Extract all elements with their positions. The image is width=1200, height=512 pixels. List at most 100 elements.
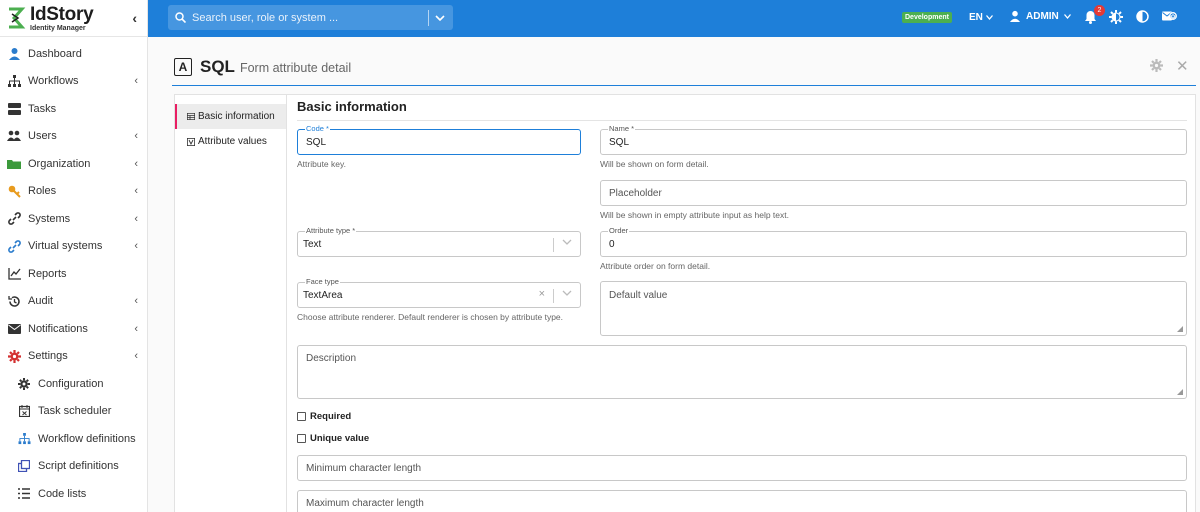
min-length-placeholder: Minimum character length [306, 463, 422, 474]
chevron-down-icon [985, 15, 993, 20]
user-menu[interactable]: ADMIN [1009, 10, 1071, 22]
max-length-field[interactable]: Maximum character length [297, 490, 1187, 512]
chevron-down-icon [435, 14, 445, 21]
max-length-placeholder: Maximum character length [306, 498, 424, 509]
close-button[interactable]: ✕ [1176, 57, 1189, 75]
code-field[interactable]: Code * SQL [297, 124, 581, 155]
sidebar-subitem-configuration[interactable]: Configuration [0, 370, 147, 398]
sidebar-item-reports[interactable]: Reports [0, 260, 147, 288]
sidebar-item-label: Tasks [28, 102, 57, 115]
sidebar-item-label: Organization [28, 157, 91, 170]
order-field[interactable]: Order 0 [600, 226, 1187, 257]
server-icon [7, 102, 21, 116]
value-box-icon [186, 137, 195, 146]
sidebar-item-organization[interactable]: Organization ‹ [0, 150, 147, 178]
attribute-type-select[interactable]: Attribute type * Text [297, 226, 581, 257]
search-input[interactable]: Search user, role or system ... [192, 12, 428, 24]
sidebar-subitem-workflow-definitions[interactable]: Workflow definitions [0, 425, 147, 453]
tab-basic-information[interactable]: Basic information [175, 104, 286, 129]
search-dropdown-toggle[interactable] [435, 14, 445, 21]
default-value-placeholder: Default value [609, 290, 668, 301]
face-type-value: TextArea [303, 290, 343, 301]
brand[interactable]: IdStory Identity Manager ‹ [0, 0, 147, 37]
cog-icon [17, 377, 31, 391]
tab-attribute-values[interactable]: Attribute values [175, 129, 286, 154]
sidebar-item-label: Notifications [28, 322, 88, 335]
sidebar-item-label: Code lists [38, 487, 87, 500]
folder-icon [7, 157, 21, 171]
sidebar-item-notifications[interactable]: Notifications ‹ [0, 315, 147, 343]
search-separator [428, 9, 429, 26]
sidebar-item-dashboard[interactable]: Dashboard [0, 40, 147, 68]
detail-tabs: Basic information Attribute values [175, 95, 287, 512]
face-type-select[interactable]: Face type TextArea × [297, 277, 581, 308]
sidebar-item-workflows[interactable]: Workflows ‹ [0, 68, 147, 96]
list-icon [17, 487, 31, 501]
checkbox-box[interactable] [297, 434, 306, 443]
user-icon [7, 47, 21, 61]
tab-label: Attribute values [198, 136, 267, 147]
chevron-left-icon: ‹ [134, 75, 138, 88]
unique-value-checkbox[interactable]: Unique value [297, 433, 369, 444]
checkbox-box[interactable] [297, 412, 306, 421]
face-type-help: Choose attribute renderer. Default rende… [297, 312, 564, 322]
sidebar-item-virtual-systems[interactable]: Virtual systems ‹ [0, 233, 147, 261]
placeholder-field[interactable]: Placeholder [600, 180, 1187, 206]
form-section-title: Basic information [297, 99, 407, 114]
theme-settings-button[interactable] [1109, 10, 1123, 27]
description-textarea[interactable]: Description [297, 345, 1187, 399]
idstory-logo-icon [9, 7, 26, 29]
chevron-left-icon: ‹ [134, 212, 138, 225]
calendar-icon [17, 404, 31, 418]
attribute-type-value: Text [303, 239, 322, 250]
description-placeholder: Description [306, 353, 357, 364]
name-label: Name * [608, 124, 636, 133]
chevron-down-icon: ‹ [134, 350, 138, 363]
name-field[interactable]: Name * SQL [600, 124, 1187, 155]
resize-handle-icon[interactable] [1177, 389, 1183, 395]
logout-button[interactable] [1162, 10, 1177, 25]
main-content: A SQL Form attribute detail ✕ Basic info… [148, 37, 1200, 512]
sidebar-item-users[interactable]: Users ‹ [0, 123, 147, 151]
chevron-left-icon: ‹ [134, 185, 138, 198]
chevron-down-icon[interactable] [562, 239, 572, 246]
chevron-down-icon[interactable] [562, 290, 572, 297]
search-box[interactable]: Search user, role or system ... [168, 5, 453, 30]
sidebar-subitem-script-definitions[interactable]: Script definitions [0, 453, 147, 481]
sidebar-item-tasks[interactable]: Tasks [0, 95, 147, 123]
sidebar-item-systems[interactable]: Systems ‹ [0, 205, 147, 233]
settings-button[interactable] [1150, 59, 1163, 75]
page-header: A SQL Form attribute detail [174, 57, 351, 77]
sidebar-item-audit[interactable]: Audit ‹ [0, 288, 147, 316]
sidebar-subitem-code-lists[interactable]: Code lists [0, 480, 147, 508]
resize-handle-icon[interactable] [1177, 326, 1183, 332]
required-label: Required [310, 411, 352, 422]
placeholder-help: Will be shown in empty attribute input a… [600, 210, 789, 220]
sidebar-subitem-task-scheduler[interactable]: Task scheduler [0, 398, 147, 426]
environment-badge: Development [902, 12, 952, 23]
clear-icon[interactable]: × [539, 288, 545, 300]
unique-value-label: Unique value [310, 433, 370, 444]
contrast-toggle-button[interactable] [1136, 10, 1149, 26]
tab-label: Basic information [198, 111, 275, 122]
min-length-field[interactable]: Minimum character length [297, 455, 1187, 481]
face-type-label: Face type [305, 277, 340, 286]
sitemap-icon [7, 74, 21, 88]
placeholder-placeholder: Placeholder [609, 188, 662, 199]
language-selector[interactable]: EN [969, 12, 993, 23]
collapse-sidebar-button[interactable]: ‹ [132, 10, 137, 26]
topbar: Search user, role or system ... Developm… [148, 0, 1200, 37]
code-label: Code * [305, 124, 330, 133]
chevron-left-icon: ‹ [134, 130, 138, 143]
sidebar-item-roles[interactable]: Roles ‹ [0, 178, 147, 206]
chevron-left-icon: ‹ [134, 240, 138, 253]
sidebar-item-label: Roles [28, 185, 57, 198]
code-value: SQL [306, 137, 327, 148]
default-value-textarea[interactable]: Default value [600, 281, 1187, 336]
header-divider [172, 85, 1196, 86]
sidebar-item-label: Workflow definitions [38, 432, 136, 445]
search-icon [175, 12, 186, 23]
sidebar-item-settings[interactable]: Settings ‹ [0, 343, 147, 371]
chevron-left-icon: ‹ [134, 295, 138, 308]
required-checkbox[interactable]: Required [297, 411, 351, 422]
